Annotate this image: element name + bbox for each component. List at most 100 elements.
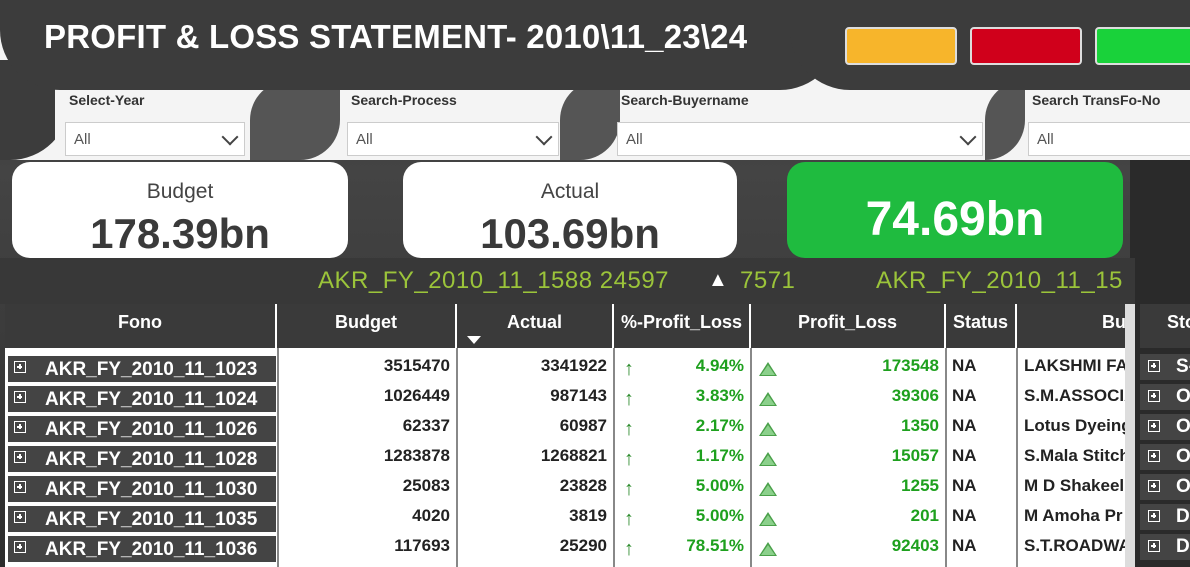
pct-text: 5.00% — [695, 476, 744, 495]
expand-icon[interactable] — [14, 421, 26, 433]
table-row[interactable]: AKR_FY_2010_11_1024 1026449 987143 ↑ 3.83% 39… — [5, 384, 1130, 414]
col-header-status[interactable]: Status — [946, 304, 1017, 348]
side-table-row[interactable]: O — [1140, 384, 1190, 410]
profit-loss-cell: 1350 — [751, 416, 945, 442]
expand-icon[interactable] — [1148, 390, 1160, 402]
expand-icon[interactable] — [1148, 420, 1160, 432]
pl-text: 92403 — [891, 536, 939, 555]
side-text: O — [1176, 446, 1190, 467]
chevron-down-icon — [959, 128, 977, 146]
table-row[interactable]: AKR_FY_2010_11_1023 3515470 3341922 ↑ 4.94% 1… — [5, 354, 1130, 384]
col-header-budget[interactable]: Budget — [277, 304, 457, 348]
dropdown-value: All — [74, 131, 91, 148]
buyer-cell: M Amoha Pr — [1024, 506, 1123, 525]
expand-icon[interactable] — [1148, 540, 1160, 552]
pct-text: 5.00% — [695, 506, 744, 525]
col-header-fono[interactable]: Fono — [5, 304, 277, 348]
actual-cell: 987143 — [550, 386, 607, 405]
search-transfo-dropdown[interactable]: All — [1028, 122, 1190, 156]
table-row[interactable]: AKR_FY_2010_11_1026 62337 60987 ↑ 2.17% 1350 N… — [5, 414, 1130, 444]
red-indicator-button[interactable] — [970, 27, 1082, 65]
col-header-actual[interactable]: Actual — [457, 304, 614, 348]
status-cell: NA — [952, 356, 977, 375]
profit-card: 74.69bn — [787, 162, 1123, 258]
col-header-profit-loss[interactable]: Profit_Loss — [751, 304, 946, 348]
triangle-up-icon — [759, 392, 777, 406]
green-indicator-button[interactable] — [1095, 27, 1190, 65]
table-row[interactable]: AKR_FY_2010_11_1028 1283878 1268821 ↑ 1.17% 1… — [5, 444, 1130, 474]
expand-icon[interactable] — [1148, 360, 1160, 372]
table-row[interactable]: AKR_FY_2010_11_1035 4020 3819 ↑ 5.00% 201 NA M … — [5, 504, 1130, 534]
budget-cell: 25083 — [402, 476, 450, 495]
actual-cell: 3341922 — [540, 356, 607, 375]
fono-cell[interactable]: AKR_FY_2010_11_1036 — [8, 536, 276, 562]
ticker-item: AKR_FY_2010_11_1588 24597 — [318, 267, 670, 294]
expand-icon[interactable] — [14, 451, 26, 463]
expand-icon[interactable] — [1148, 510, 1160, 522]
expand-icon[interactable] — [1148, 450, 1160, 462]
fono-cell[interactable]: AKR_FY_2010_11_1035 — [8, 506, 276, 532]
expand-icon[interactable] — [14, 541, 26, 553]
col-header-pct-profit[interactable]: %-Profit_Loss — [614, 304, 751, 348]
expand-icon[interactable] — [14, 391, 26, 403]
amber-indicator-button[interactable] — [845, 27, 957, 65]
dropdown-value: All — [356, 131, 373, 148]
expand-icon[interactable] — [14, 481, 26, 493]
side-table-row[interactable]: S- — [1140, 354, 1190, 380]
side-table-row[interactable]: O — [1140, 474, 1190, 500]
fono-cell[interactable]: AKR_FY_2010_11_1026 — [8, 416, 276, 442]
side-text: D — [1176, 536, 1190, 557]
pct-profit-cell: ↑ 2.17% — [614, 416, 750, 442]
budget-cell: 3515470 — [383, 356, 450, 375]
fono-cell[interactable]: AKR_FY_2010_11_1028 — [8, 446, 276, 472]
profit-value: 74.69bn — [865, 193, 1045, 246]
fono-text: AKR_FY_2010_11_1024 — [45, 389, 258, 410]
pl-text: 1255 — [901, 476, 939, 495]
status-cell: NA — [952, 476, 977, 495]
budget-cell: 4020 — [412, 506, 450, 525]
expand-icon[interactable] — [14, 361, 26, 373]
pct-text: 78.51% — [686, 536, 744, 555]
side-col-header[interactable]: Sto — [1140, 304, 1190, 348]
triangle-up-icon — [759, 542, 777, 556]
fono-text: AKR_FY_2010_11_1030 — [45, 479, 258, 500]
side-table-row[interactable]: D — [1140, 534, 1190, 560]
search-buyername-dropdown[interactable]: All — [617, 122, 983, 156]
ticker-item: AKR_FY_2010_11_15 — [876, 267, 1123, 294]
expand-icon[interactable] — [14, 511, 26, 523]
expand-icon[interactable] — [1148, 480, 1160, 492]
fono-cell[interactable]: AKR_FY_2010_11_1023 — [8, 356, 276, 382]
table-row[interactable]: AKR_FY_2010_11_1030 25083 23828 ↑ 5.00% 1255 N… — [5, 474, 1130, 504]
buyer-cell: S.T.ROADWA — [1024, 536, 1130, 555]
buyer-cell: S.M.ASSOCIA — [1024, 386, 1130, 405]
profit-loss-cell: 173548 — [751, 356, 945, 382]
select-year-dropdown[interactable]: All — [65, 122, 245, 156]
fono-cell[interactable]: AKR_FY_2010_11_1030 — [8, 476, 276, 502]
search-process-dropdown[interactable]: All — [347, 122, 559, 156]
arrow-up-icon: ↑ — [624, 538, 634, 560]
status-cell: NA — [952, 386, 977, 405]
col-header-actual-label: Actual — [506, 312, 562, 332]
table-row[interactable]: AKR_FY_2010_11_1036 117693 25290 ↑ 78.51% 924… — [5, 534, 1130, 564]
arrow-up-icon: ↑ — [624, 388, 634, 410]
profit-loss-cell: 201 — [751, 506, 945, 532]
side-table-row[interactable]: O — [1140, 444, 1190, 470]
triangle-up-icon — [759, 512, 777, 526]
side-table-row[interactable]: D — [1140, 504, 1190, 530]
budget-cell: 1283878 — [383, 446, 450, 465]
scrolling-ticker: AKR_FY_2010_11_1588 24597 ▲ 7571 AKR_FY_… — [0, 258, 1135, 304]
actual-value: 103.69bn — [480, 210, 660, 257]
fono-text: AKR_FY_2010_11_1036 — [45, 539, 258, 560]
profit-loss-cell: 1255 — [751, 476, 945, 502]
profit-loss-cell: 92403 — [751, 536, 945, 562]
pl-text: 173548 — [882, 356, 939, 375]
status-cell: NA — [952, 446, 977, 465]
actual-cell: 3819 — [569, 506, 607, 525]
fono-cell[interactable]: AKR_FY_2010_11_1024 — [8, 386, 276, 412]
triangle-up-icon — [759, 482, 777, 496]
table-scrollbar[interactable] — [1125, 304, 1135, 567]
col-header-buyer[interactable]: Bu — [1017, 304, 1130, 348]
filter-label: Search-Buyername — [621, 92, 749, 108]
arrow-up-icon: ↑ — [624, 508, 634, 530]
side-table-row[interactable]: O — [1140, 414, 1190, 440]
